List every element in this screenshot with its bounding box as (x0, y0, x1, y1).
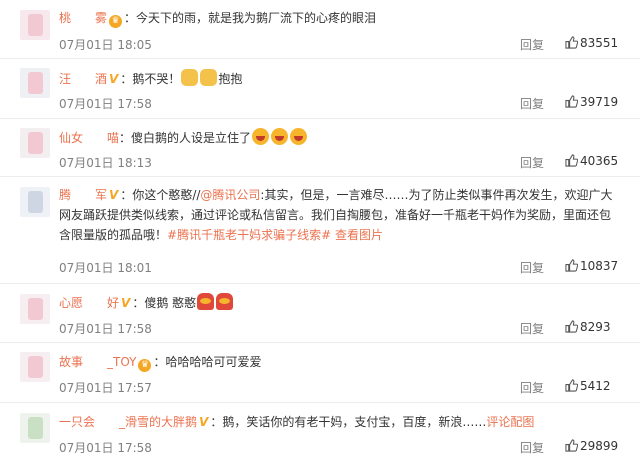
comment-tail: 抱抱 (218, 72, 243, 86)
thumbs-up-icon (565, 379, 578, 392)
username-link[interactable]: 仙女 喵 (59, 131, 119, 145)
comment-text: 仙女 喵：傻白鹅的人设是立住了 (59, 128, 618, 148)
comment-body: ：今天下的雨，就是我为鹅厂流下的心疼的眼泪 (124, 11, 377, 25)
comment-text: 心愿 好 V ：傻鹅 憨憨 (59, 293, 618, 313)
username-link[interactable]: 腾 军 (59, 188, 107, 202)
comment-body: ：鹅不哭！ (120, 72, 181, 86)
like-count: 8293 (580, 320, 611, 334)
comment-text: 汪 酒 V ：鹅不哭！ 抱抱 (59, 69, 618, 89)
comment-item: 仙女 喵：傻白鹅的人设是立住了 07月01日 18:13 回复 40365 (0, 119, 640, 177)
avatar[interactable] (20, 413, 50, 443)
username-link[interactable]: 汪 酒 (59, 72, 107, 86)
comment-body: ：你这个憨憨// (120, 188, 201, 202)
like-button[interactable]: 39719 (565, 95, 618, 109)
reply-button[interactable]: 回复 (520, 320, 544, 337)
comment-image-link[interactable]: 评论配图 (486, 415, 534, 429)
reply-button[interactable]: 回复 (520, 439, 544, 456)
verified-v-icon: V (109, 72, 119, 86)
comment-body: ：傻白鹅的人设是立住了 (119, 131, 252, 145)
comment-text: 桃 雾 ♛ ：今天下的雨，就是我为鹅厂流下的心疼的眼泪 (59, 8, 618, 28)
like-button[interactable]: 40365 (565, 154, 618, 168)
timestamp: 07月01日 18:05 (59, 38, 152, 52)
comment-item: 心愿 好 V ：傻鹅 憨憨 07月01日 17:58 回复 8293 (0, 284, 640, 343)
timestamp: 07月01日 17:57 (59, 381, 152, 395)
like-button[interactable]: 8293 (565, 320, 611, 334)
laugh-emoji-icon (252, 128, 270, 145)
comment-item: 桃 雾 ♛ ：今天下的雨，就是我为鹅厂流下的心疼的眼泪 07月01日 18:05 回… (0, 0, 640, 59)
comment-text: 故事 _TOY ♛ ：哈哈哈哈可可爱爱 (59, 352, 618, 372)
like-count: 39719 (580, 95, 619, 109)
avatar[interactable] (20, 68, 50, 98)
reply-button[interactable]: 回复 (520, 95, 544, 112)
like-button[interactable]: 10837 (565, 259, 618, 273)
like-count: 83551 (580, 36, 619, 50)
like-count: 40365 (580, 154, 619, 168)
avatar[interactable] (20, 10, 50, 40)
like-count: 10837 (580, 259, 619, 273)
thumbs-up-icon (565, 154, 578, 167)
comment-body: ：傻鹅 憨憨 (132, 296, 197, 310)
verified-v-icon: V (121, 296, 131, 310)
reply-button[interactable]: 回复 (520, 259, 544, 276)
username-link[interactable]: 心愿 好 (59, 296, 119, 310)
like-count: 29899 (580, 439, 619, 453)
timestamp: 07月01日 17:58 (59, 322, 152, 336)
avatar[interactable] (20, 352, 50, 382)
avatar[interactable] (20, 187, 50, 217)
doge-emoji-icon (200, 69, 218, 86)
username-link[interactable]: 桃 雾 (59, 11, 107, 25)
like-button[interactable]: 5412 (565, 379, 611, 393)
verified-v-icon: V (199, 415, 209, 429)
thumbs-up-icon (565, 95, 578, 108)
avatar[interactable] (20, 128, 50, 158)
thumbs-up-icon (565, 36, 578, 49)
reply-button[interactable]: 回复 (520, 36, 544, 53)
cry-emoji-icon (216, 293, 234, 310)
comment-text: 一只会 _滑雪的大胖鹅 V ：鹅，笑话你的有老干妈，支付宝，百度，新浪……评论配图 (59, 412, 618, 432)
laugh-emoji-icon (290, 128, 308, 145)
reply-button[interactable]: 回复 (520, 154, 544, 171)
like-button[interactable]: 29899 (565, 439, 618, 453)
comment-text: 腾 军 V ：你这个憨憨//@腾讯公司:其实，但是，一言难尽……为了防止类似事件再次… (59, 185, 618, 245)
thumbs-up-icon (565, 320, 578, 333)
laugh-emoji-icon (271, 128, 289, 145)
timestamp: 07月01日 18:01 (59, 261, 152, 275)
thumbs-up-icon (565, 259, 578, 272)
username-link[interactable]: 故事 _TOY (59, 355, 136, 369)
avatar[interactable] (20, 294, 50, 324)
like-count: 5412 (580, 379, 611, 393)
thumbs-up-icon (565, 439, 578, 452)
verified-v-icon: V (109, 188, 119, 202)
timestamp: 07月01日 17:58 (59, 441, 152, 455)
vip-icon: ♛ (109, 15, 123, 28)
comment-body: ：哈哈哈哈可可爱爱 (153, 355, 262, 369)
view-image-link[interactable]: 查看图片 (335, 228, 383, 242)
reply-button[interactable]: 回复 (520, 379, 544, 396)
comment-body: ：鹅，笑话你的有老干妈，支付宝，百度，新浪…… (210, 415, 487, 429)
vip-icon: ♛ (138, 359, 152, 372)
comment-item: 一只会 _滑雪的大胖鹅 V ：鹅，笑话你的有老干妈，支付宝，百度，新浪……评论配图 … (0, 403, 640, 470)
comment-list: 桃 雾 ♛ ：今天下的雨，就是我为鹅厂流下的心疼的眼泪 07月01日 18:05 回… (0, 0, 640, 470)
timestamp: 07月01日 17:58 (59, 97, 152, 111)
cry-emoji-icon (197, 293, 215, 310)
like-button[interactable]: 83551 (565, 36, 618, 50)
comment-item: 腾 军 V ：你这个憨憨//@腾讯公司:其实，但是，一言难尽……为了防止类似事件再次… (0, 177, 640, 284)
username-link[interactable]: 一只会 _滑雪的大胖鹅 (59, 415, 197, 429)
mention-link[interactable]: @腾讯公司 (200, 188, 260, 202)
comment-item: 汪 酒 V ：鹅不哭！ 抱抱 07月01日 17:58 回复 39719 (0, 59, 640, 119)
doge-emoji-icon (181, 69, 199, 86)
hashtag-link[interactable]: #腾讯千瓶老干妈求骗子线索# (167, 228, 331, 242)
comment-item: 故事 _TOY ♛ ：哈哈哈哈可可爱爱 07月01日 17:57 回复 5412 (0, 343, 640, 403)
timestamp: 07月01日 18:13 (59, 156, 152, 170)
